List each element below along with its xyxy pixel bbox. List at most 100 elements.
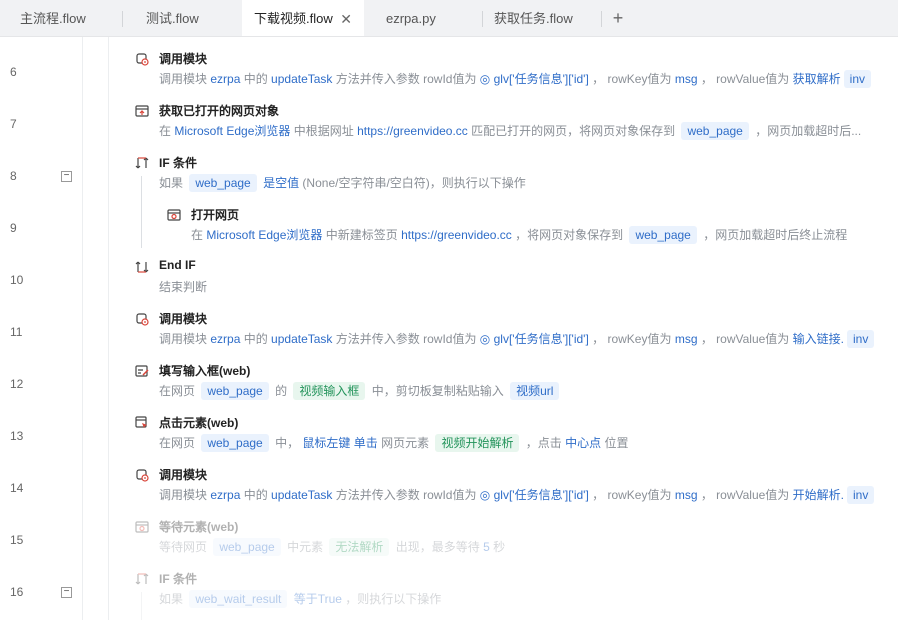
line-number: 7 xyxy=(10,117,17,131)
desc-segment: 中， xyxy=(271,436,303,450)
line-number: 9 xyxy=(10,221,17,235)
line-number: 10 xyxy=(10,273,24,287)
tab-main-flow[interactable]: 主流程.flow xyxy=(0,0,122,36)
desc-segment: 中新建标签页 xyxy=(322,228,402,242)
line-number: 15 xyxy=(10,533,24,547)
step-title: 等待元素(web) xyxy=(159,520,239,534)
wait-icon xyxy=(135,520,149,534)
desc-segment: 鼠标左键 xyxy=(302,436,351,450)
desc-segment: 方法并传入参数 rowId值为 xyxy=(332,72,480,86)
step-description: 调用模块 ezrpa 中的 updateTask 方法并传入参数 rowId值为… xyxy=(159,70,874,88)
add-tab-button[interactable]: + xyxy=(608,0,628,36)
desc-segment: 调用模块 xyxy=(159,72,211,86)
line-number: 13 xyxy=(10,429,24,443)
desc-segment: 开始解析. xyxy=(792,488,844,502)
tab-ezrpa-py[interactable]: ezrpa.py xyxy=(366,0,482,36)
if-block-line xyxy=(141,176,142,248)
tab-get-task-flow[interactable]: 获取任务.flow xyxy=(486,0,600,36)
gutter-divider xyxy=(108,37,109,620)
desc-segment: 等于True xyxy=(293,592,342,606)
desc-segment: 在网页 xyxy=(159,436,199,450)
desc-segment: ， rowValue值为 xyxy=(697,488,793,502)
desc-segment: updateTask xyxy=(271,72,333,86)
variable-chip: web_page xyxy=(213,538,281,556)
variable-chip: web_page xyxy=(681,122,749,140)
step-title: 调用模块 xyxy=(159,312,208,326)
desc-segment: ◎ glv['任务信息']['id'] xyxy=(479,332,589,346)
desc-segment: ，网页加载超时后... xyxy=(751,124,862,138)
desc-segment: 出现，最多等待 xyxy=(392,540,484,554)
desc-segment: ，将网页对象保存到 xyxy=(511,228,627,242)
desc-segment: ezrpa xyxy=(210,488,241,502)
step-description: 调用模块 ezrpa 中的 updateTask 方法并传入参数 rowId值为… xyxy=(159,486,877,504)
line-number: 14 xyxy=(10,481,24,495)
desc-segment: Microsoft Edge浏览器 xyxy=(174,124,291,138)
if-icon xyxy=(135,572,149,586)
desc-segment: 方法并传入参数 rowId值为 xyxy=(332,332,480,346)
desc-segment: 中心点 xyxy=(565,436,602,450)
step-title: 填写输入框(web) xyxy=(159,364,251,378)
step-title: IF 条件 xyxy=(159,572,197,586)
fold-toggle[interactable]: − xyxy=(61,587,72,598)
desc-segment: 方法并传入参数 rowId值为 xyxy=(332,488,480,502)
desc-segment: ，则执行以下操作 xyxy=(341,592,442,606)
tab-divider xyxy=(122,11,123,27)
desc-segment: ，点击 xyxy=(522,436,566,450)
line-number: 11 xyxy=(10,325,23,339)
desc-segment: 中，剪切板复制粘贴输入 xyxy=(368,384,508,398)
desc-segment: 中根据网址 xyxy=(290,124,358,138)
variable-chip: web_page xyxy=(201,434,269,452)
tab-download-video-flow[interactable]: 下载视频.flow ✕ xyxy=(242,0,364,36)
desc-segment: 匹配已打开的网页，将网页对象保存到 xyxy=(467,124,679,138)
close-icon[interactable]: ✕ xyxy=(340,0,352,38)
desc-segment: ， rowKey值为 xyxy=(588,72,675,86)
tab-test-flow[interactable]: 测试.flow xyxy=(126,0,242,36)
desc-segment: 的 xyxy=(271,384,291,398)
desc-segment: updateTask xyxy=(271,332,333,346)
tab-label: 获取任务.flow xyxy=(494,11,573,26)
desc-segment: ， rowValue值为 xyxy=(697,332,793,346)
desc-segment: 调用模块 xyxy=(159,332,211,346)
desc-segment: 单击 xyxy=(353,436,378,450)
desc-segment: ， rowValue值为 xyxy=(697,72,793,86)
tab-label: 测试.flow xyxy=(146,11,199,26)
desc-segment: ◎ glv['任务信息']['id'] xyxy=(479,488,589,502)
step-title: 调用模块 xyxy=(159,52,208,66)
variable-chip: inv xyxy=(843,70,871,88)
module-icon xyxy=(135,312,149,326)
desc-segment: 调用模块 xyxy=(159,488,211,502)
step-title: 调用模块 xyxy=(159,468,208,482)
desc-segment: 秒 xyxy=(489,540,506,554)
step-description: 如果 web_wait_result 等于True ，则执行以下操作 xyxy=(159,590,441,608)
step-description: 调用模块 ezrpa 中的 updateTask 方法并传入参数 rowId值为… xyxy=(159,330,877,348)
desc-segment: Microsoft Edge浏览器 xyxy=(206,228,323,242)
step-title: End IF xyxy=(159,258,196,272)
desc-segment: ，网页加载超时后终止流程 xyxy=(699,228,848,242)
module-icon xyxy=(135,52,149,66)
fold-toggle[interactable]: − xyxy=(61,171,72,182)
line-number: 12 xyxy=(10,377,24,391)
step-title: 点击元素(web) xyxy=(159,416,239,430)
tab-divider xyxy=(601,11,602,27)
desc-segment: ◎ glv['任务信息']['id'] xyxy=(479,72,589,86)
desc-segment: 在 xyxy=(159,124,175,138)
line-number: 6 xyxy=(10,65,17,79)
desc-segment: 5 xyxy=(483,540,490,554)
step-title: IF 条件 xyxy=(159,156,197,170)
desc-segment: 中元素 xyxy=(283,540,327,554)
click-icon xyxy=(135,416,149,430)
desc-segment: updateTask xyxy=(271,488,333,502)
variable-chip: inv xyxy=(846,330,875,348)
step-description: 在 Microsoft Edge浏览器 中新建标签页 https://green… xyxy=(191,226,847,244)
step-title: 打开网页 xyxy=(191,208,240,222)
variable-chip: 视频输入框 xyxy=(293,382,366,400)
if-block-line xyxy=(141,592,142,620)
variable-chip: web_page xyxy=(629,226,697,244)
line-number: 8 xyxy=(10,169,17,183)
if-icon xyxy=(135,156,149,170)
desc-segment: 中的 xyxy=(240,72,272,86)
desc-segment: 是空值 xyxy=(263,176,300,190)
variable-chip: 视频url xyxy=(510,382,560,400)
desc-segment: 网页元素 xyxy=(377,436,433,450)
desc-segment: 等待网页 xyxy=(159,540,211,554)
